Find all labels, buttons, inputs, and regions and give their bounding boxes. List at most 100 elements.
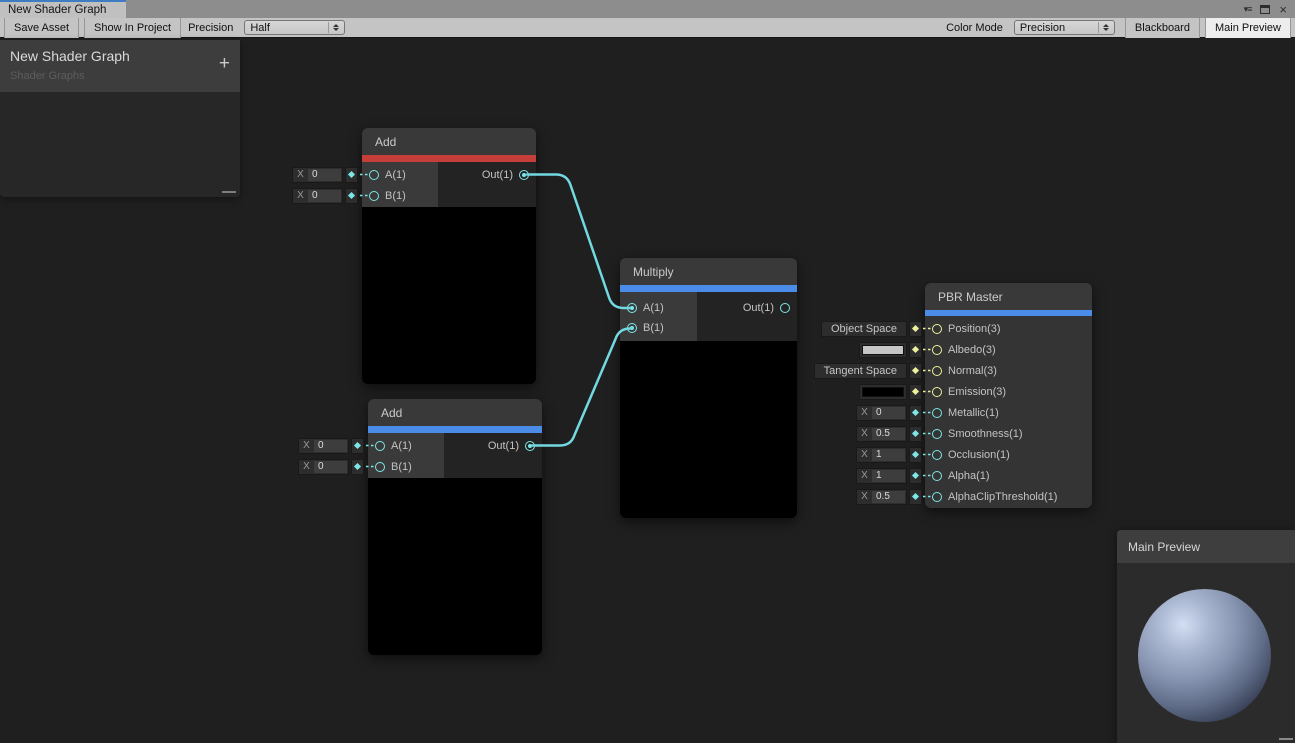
node-preview[interactable] [620,341,797,518]
port-connector-stub[interactable] [909,447,922,463]
port-connector-stub[interactable] [909,405,922,421]
node-title: Add [362,128,536,155]
port-A(1)[interactable] [627,303,637,313]
node-multiply[interactable]: Multiply A(1)B(1) Out(1) [620,258,797,518]
component-label: X [299,461,314,472]
space-dropdown[interactable]: Tangent Space [814,363,907,379]
tab-title: New Shader Graph [8,4,106,16]
precision-label: Precision [181,22,240,34]
port-connector-stub[interactable] [909,384,922,400]
window-menu-icon[interactable]: ▾≡ [1244,5,1252,14]
port-label: Occlusion(1) [948,449,1010,461]
port-Alpha(1)[interactable] [932,471,942,481]
component-label: X [293,190,308,201]
port-connector-stub[interactable] [909,426,922,442]
main-preview-body[interactable] [1117,563,1295,743]
precision-color-bar [620,285,797,292]
color-mode-label: Color Mode [939,22,1010,34]
component-label: X [857,428,872,439]
main-preview-panel[interactable]: Main Preview [1117,530,1295,743]
port-label: B(1) [643,322,664,334]
main-preview-toggle-button[interactable]: Main Preview [1205,18,1291,38]
port-A(1)[interactable] [369,170,379,180]
node-add-top[interactable]: Add A(1)B(1) Out(1) [362,128,536,384]
port-label: Out(1) [488,440,519,452]
tab-new-shader-graph[interactable]: New Shader Graph [0,0,126,18]
node-pbr-master[interactable]: PBR Master Position(3)Albedo(3)Normal(3)… [925,283,1092,508]
value-field[interactable]: 0 [872,407,905,419]
vector1-input: X 0 [292,167,343,183]
main-preview-header: Main Preview [1117,530,1295,563]
port-Position(3)[interactable] [932,324,942,334]
port-B(1)[interactable] [375,462,385,472]
port-Occlusion(1)[interactable] [932,450,942,460]
port-label: Metallic(1) [948,407,999,419]
port-default-widget [859,342,922,358]
port-connector-stub[interactable] [351,459,364,475]
node-add-bottom[interactable]: Add A(1)B(1) Out(1) [368,399,542,655]
node-preview[interactable] [368,478,542,655]
vector1-input: X 0 [292,188,343,204]
port-default-widget: X 0 [292,167,358,183]
port-B(1)[interactable] [369,191,379,201]
port-connector-stub[interactable] [909,363,922,379]
dropdown-arrows-icon [328,22,339,33]
show-in-project-button[interactable]: Show In Project [84,18,181,38]
blackboard-resize-handle[interactable] [222,191,236,193]
port-connector-stub[interactable] [909,489,922,505]
port-Smoothness(1)[interactable] [932,429,942,439]
vector1-input: X 1 [856,447,907,463]
close-icon[interactable]: × [1279,3,1287,16]
color-field[interactable] [859,384,907,400]
value-field[interactable]: 0.5 [872,491,905,503]
blackboard-header: New Shader Graph Shader Graphs + [0,40,240,92]
value-field[interactable]: 1 [872,449,905,461]
value-field[interactable]: 0.5 [872,428,905,440]
value-field[interactable]: 0 [308,190,341,202]
port-default-widget: Tangent Space [814,363,922,379]
port-label: Albedo(3) [948,344,996,356]
port-Albedo(3)[interactable] [932,345,942,355]
port-connector-stub[interactable] [345,167,358,183]
node-preview[interactable] [362,207,536,384]
port-B(1)[interactable] [627,323,637,333]
port-label: Out(1) [482,169,513,181]
port-Out(1)[interactable] [780,303,790,313]
port-Emission(3)[interactable] [932,387,942,397]
port-A(1)[interactable] [375,441,385,451]
vector1-input: X 0 [298,459,349,475]
blackboard-toggle-button[interactable]: Blackboard [1125,18,1200,38]
save-asset-button[interactable]: Save Asset [4,18,79,38]
color-mode-dropdown[interactable]: Precision [1014,20,1115,35]
port-Normal(3)[interactable] [932,366,942,376]
maximize-icon[interactable] [1260,5,1270,14]
port-label: Smoothness(1) [948,428,1023,440]
value-field[interactable]: 0 [314,440,347,452]
port-connector-stub[interactable] [909,468,922,484]
dropdown-arrows-icon [1098,22,1109,33]
value-field[interactable]: 1 [872,470,905,482]
port-Out(1)[interactable] [519,170,529,180]
precision-color-bar [368,426,542,433]
port-label: A(1) [643,302,664,314]
add-property-button[interactable]: + [219,54,230,73]
port-connector-stub[interactable] [909,321,922,337]
space-dropdown[interactable]: Object Space [821,321,907,337]
blackboard-title: New Shader Graph [10,48,230,64]
port-AlphaClipThreshold(1)[interactable] [932,492,942,502]
main-preview-resize-handle[interactable] [1279,738,1293,740]
value-field[interactable]: 0 [314,461,347,473]
blackboard-panel[interactable]: New Shader Graph Shader Graphs + [0,40,240,197]
port-connector-stub[interactable] [345,188,358,204]
color-field[interactable] [859,342,907,358]
value-field[interactable]: 0 [308,169,341,181]
precision-dropdown[interactable]: Half [244,20,345,35]
vector1-input: X 0.5 [856,426,907,442]
port-connector-stub[interactable] [909,342,922,358]
component-label: X [857,470,872,481]
port-Out(1)[interactable] [525,441,535,451]
port-default-widget: X 0 [856,405,922,421]
port-connector-stub[interactable] [351,438,364,454]
port-Metallic(1)[interactable] [932,408,942,418]
node-title: PBR Master [925,283,1092,310]
